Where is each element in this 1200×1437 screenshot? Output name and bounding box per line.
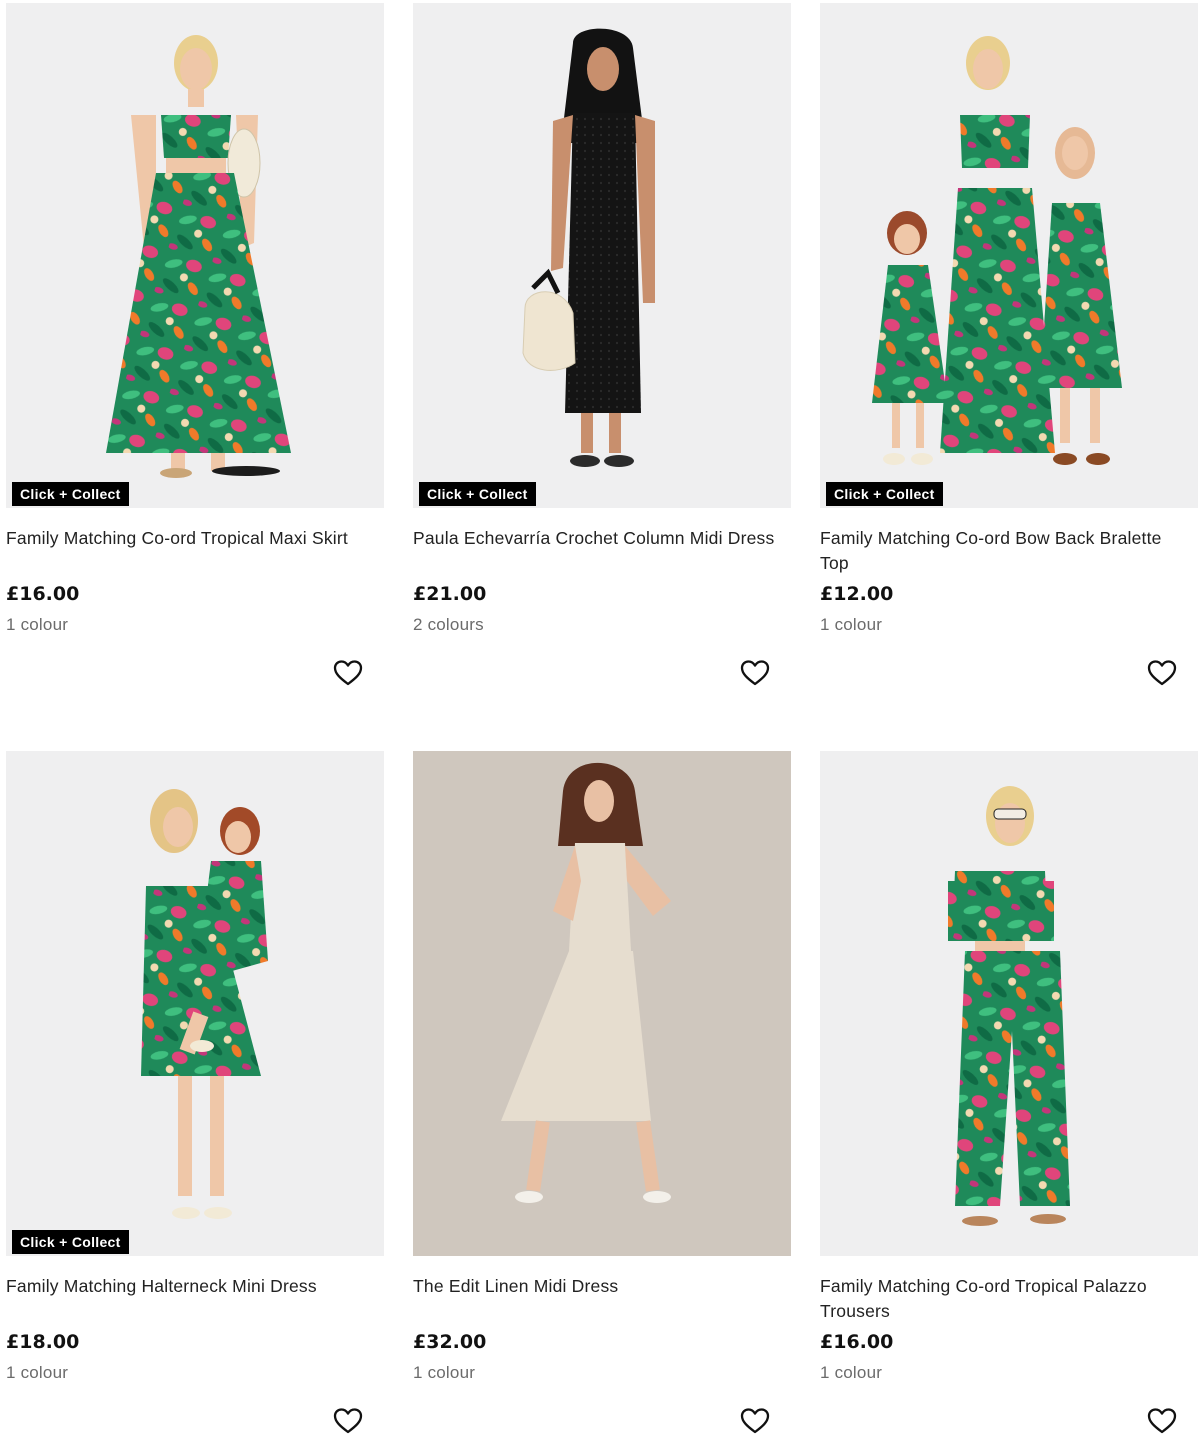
product-image[interactable]: Click + Collect bbox=[820, 3, 1198, 508]
model-photo bbox=[413, 751, 791, 1256]
colour-count: 1 colour bbox=[820, 615, 883, 634]
colour-count: 1 colour bbox=[6, 1363, 69, 1382]
product-image[interactable]: Click + Collect bbox=[6, 751, 384, 1256]
product-image[interactable]: Click + Collect bbox=[6, 3, 384, 508]
click-collect-badge: Click + Collect bbox=[826, 482, 943, 506]
model-photo bbox=[6, 3, 384, 508]
heart-outline-icon[interactable] bbox=[332, 657, 364, 689]
product-title[interactable]: Family Matching Co-ord Tropical Maxi Ski… bbox=[6, 526, 376, 551]
product-image[interactable] bbox=[820, 751, 1198, 1256]
heart-outline-icon[interactable] bbox=[1146, 1405, 1178, 1437]
product-title[interactable]: Family Matching Co-ord Bow Back Bralette… bbox=[820, 526, 1190, 576]
product-price: £16.00 bbox=[820, 1331, 894, 1353]
product-image[interactable] bbox=[413, 751, 791, 1256]
heart-outline-icon[interactable] bbox=[739, 1405, 771, 1437]
product-card[interactable]: Click + Collect Family Matching Co-ord B… bbox=[820, 3, 1198, 686]
product-title[interactable]: Family Matching Co-ord Tropical Palazzo … bbox=[820, 1274, 1190, 1324]
product-price: £12.00 bbox=[820, 583, 894, 605]
click-collect-badge: Click + Collect bbox=[12, 482, 129, 506]
product-price: £21.00 bbox=[413, 583, 487, 605]
product-card[interactable]: Click + Collect Paula Echevarría Crochet… bbox=[413, 3, 791, 686]
product-card[interactable]: Click + Collect Family Matching Co-ord T… bbox=[6, 3, 384, 686]
product-price: £16.00 bbox=[6, 583, 80, 605]
product-price: £32.00 bbox=[413, 1331, 487, 1353]
click-collect-badge: Click + Collect bbox=[12, 1230, 129, 1254]
product-title[interactable]: The Edit Linen Midi Dress bbox=[413, 1274, 783, 1299]
product-title[interactable]: Paula Echevarría Crochet Column Midi Dre… bbox=[413, 526, 783, 551]
product-title[interactable]: Family Matching Halterneck Mini Dress bbox=[6, 1274, 376, 1299]
model-photo bbox=[6, 751, 384, 1256]
colour-count: 1 colour bbox=[6, 615, 69, 634]
product-price: £18.00 bbox=[6, 1331, 80, 1353]
heart-outline-icon[interactable] bbox=[1146, 657, 1178, 689]
product-card[interactable]: Click + Collect Family Matching Halterne… bbox=[6, 751, 384, 1434]
product-card[interactable]: The Edit Linen Midi Dress £32.00 1 colou… bbox=[413, 751, 791, 1434]
colour-count: 1 colour bbox=[820, 1363, 883, 1382]
colour-count: 1 colour bbox=[413, 1363, 476, 1382]
product-card[interactable]: Family Matching Co-ord Tropical Palazzo … bbox=[820, 751, 1198, 1434]
click-collect-badge: Click + Collect bbox=[419, 482, 536, 506]
product-image[interactable]: Click + Collect bbox=[413, 3, 791, 508]
model-photo bbox=[820, 3, 1198, 508]
heart-outline-icon[interactable] bbox=[332, 1405, 364, 1437]
product-grid: Click + Collect Family Matching Co-ord T… bbox=[0, 0, 1200, 1437]
model-photo bbox=[413, 3, 791, 508]
heart-outline-icon[interactable] bbox=[739, 657, 771, 689]
colour-count: 2 colours bbox=[413, 615, 484, 634]
model-photo bbox=[820, 751, 1198, 1256]
